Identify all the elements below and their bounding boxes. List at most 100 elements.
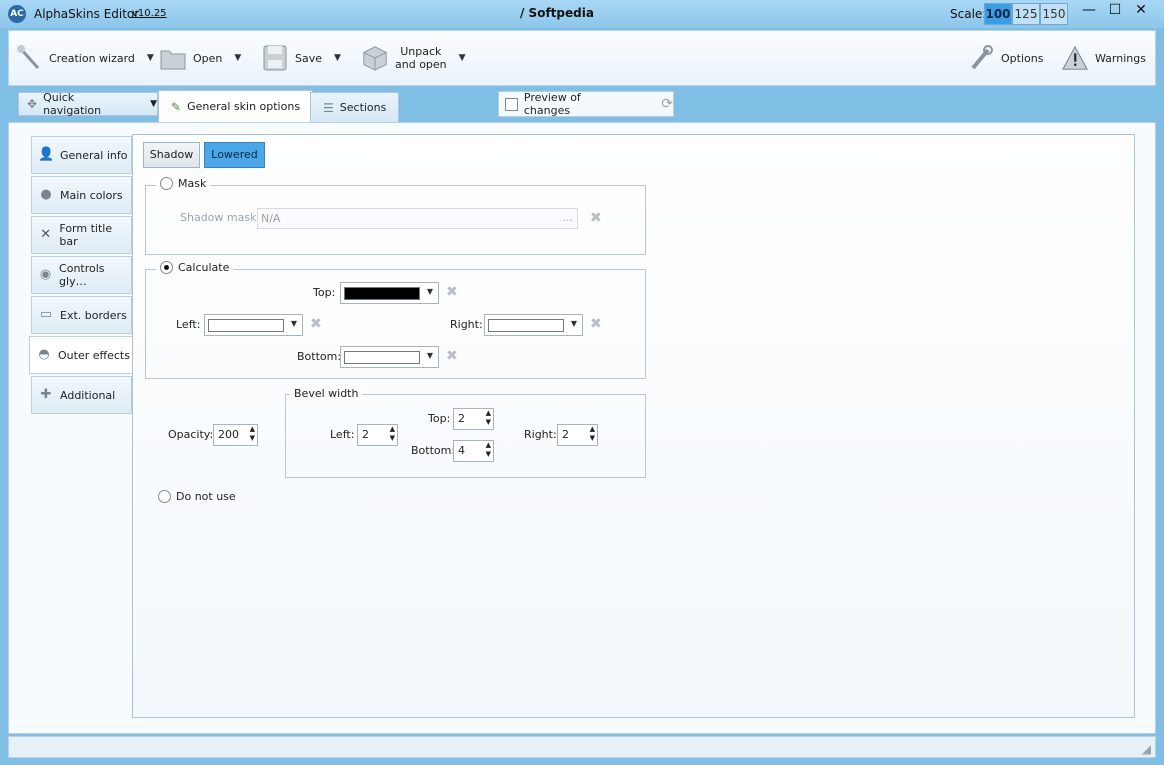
sidebar-item-main-colors[interactable]: ● Main colors [31,176,132,214]
spin-arrows-icon[interactable]: ▲ ▼ [250,425,255,443]
scale-125-button[interactable]: 125 [1012,3,1040,25]
plus-icon: ✚ [40,387,52,402]
bevel-right-label: Right: [524,428,557,441]
chevron-down-icon[interactable]: ▼ [334,53,341,63]
resize-grip-icon[interactable]: ◢ [1142,742,1151,756]
tab-strip: ✥ Quick navigation ▼ ✎ General skin opti… [8,88,1156,122]
bevel-bottom-spinner[interactable]: 4 ▲ ▼ [453,440,494,462]
unpack-and-open-button[interactable]: Unpack and open ▼ [361,31,466,85]
app-title: AlphaSkins Editor [34,7,140,21]
bevel-right-spinner[interactable]: 2 ▲ ▼ [557,424,598,446]
magic-wand-icon [15,43,43,73]
checklist-icon: ✎ [171,99,182,114]
sidebar-item-controls-glyphs[interactable]: ◉ Controls gly… [31,256,132,294]
creation-wizard-button[interactable]: Creation wizard ▼ [15,31,154,85]
do-not-use-option[interactable]: Do not use [158,490,236,503]
shadow-button[interactable]: Shadow [143,142,200,168]
tab-sections[interactable]: ☰ Sections [310,92,400,122]
lowered-button[interactable]: Lowered [204,142,265,168]
open-button[interactable]: Open ▼ [159,31,241,85]
save-button[interactable]: Save ▼ [261,31,341,85]
right-color-label: Right: [450,318,483,331]
list-icon: ☰ [323,100,334,115]
preview-of-changes-toggle[interactable]: Preview of changes ⟳ [498,91,674,117]
spin-arrows-icon[interactable]: ▲ ▼ [590,425,595,443]
calculate-label: Calculate [178,261,230,274]
clear-top-color-icon[interactable]: ✖ [446,284,458,300]
tab-general-skin-options[interactable]: ✎ General skin options [158,90,314,122]
spin-arrows-icon[interactable]: ▲ ▼ [486,409,491,427]
sidebar-item-additional[interactable]: ✚ Additional [31,376,132,414]
do-not-use-label: Do not use [176,490,236,503]
left-color-combo[interactable]: ▼ [204,314,303,336]
clear-left-color-icon[interactable]: ✖ [310,316,322,332]
sidebar-item-label: Form title bar [59,222,113,248]
app-logo-icon: AC [8,5,26,23]
mask-radio[interactable] [160,177,173,190]
top-color-swatch [344,287,420,300]
unpack-label-line2: and open [395,58,447,71]
bevel-top-label: Top: [428,412,451,425]
clear-mask-icon[interactable]: ✖ [590,210,602,226]
bevel-width-title: Bevel width [290,387,363,400]
spin-arrows-icon[interactable]: ▲ ▼ [486,441,491,459]
maximize-button[interactable]: ☐ [1102,0,1128,22]
preview-checkbox[interactable] [505,97,518,111]
do-not-use-radio[interactable] [158,490,171,503]
opacity-spinner[interactable]: 200 ▲ ▼ [213,424,258,446]
opacity-label: Opacity: [168,428,214,441]
browse-button[interactable]: ... [563,211,574,224]
mask-label: Mask [178,177,207,190]
left-color-label: Left: [176,318,201,331]
warning-icon [1061,43,1089,73]
bevel-right-value: 2 [562,428,569,441]
version-link[interactable]: v10.25 [132,8,167,19]
chevron-down-icon[interactable]: ▼ [459,53,466,63]
app-window: AC AlphaSkins Editor v10.25 / Softpedia … [0,0,1164,765]
sidebar-item-general-info[interactable]: 👤 General info [31,136,132,174]
sidebar-item-form-title-bar[interactable]: ✕ Form title bar [31,216,132,254]
warnings-label: Warnings [1095,51,1146,65]
right-color-swatch [488,319,564,332]
window-icon: ▭ [39,307,53,322]
sidebar-item-outer-effects[interactable]: ◓ Outer effects [29,336,132,374]
package-icon [361,43,389,73]
quick-navigation-label: Quick navigation [43,91,102,117]
spin-arrows-icon[interactable]: ▲ ▼ [390,425,395,443]
minimize-button[interactable]: — [1076,0,1102,22]
close-button[interactable]: ✕ [1128,0,1154,22]
creation-wizard-label: Creation wizard [49,51,135,65]
mask-option[interactable]: Mask [156,177,211,190]
tab-general-skin-options-label: General skin options [187,100,301,113]
bottom-color-combo[interactable]: ▼ [340,346,439,368]
scale-150-button[interactable]: 150 [1040,3,1068,25]
chevron-down-icon[interactable]: ▼ [234,53,241,63]
top-color-combo[interactable]: ▼ [340,282,439,304]
right-color-combo[interactable]: ▼ [484,314,583,336]
quick-navigation-dropdown[interactable]: ✥ Quick navigation ▼ [18,91,158,117]
options-button[interactable]: Options [967,31,1043,85]
preview-label: Preview of changes [523,91,581,117]
warnings-button[interactable]: Warnings [1061,31,1146,85]
calculate-option[interactable]: Calculate [156,261,234,274]
sidebar-item-label: Ext. borders [60,308,127,322]
opacity-value: 200 [218,428,239,441]
clear-right-color-icon[interactable]: ✖ [590,316,602,332]
chevron-down-icon: ▼ [426,351,433,360]
sidebar-item-ext-borders[interactable]: ▭ Ext. borders [31,296,132,334]
scale-100-button[interactable]: 100 [984,3,1012,25]
x-icon: ✕ [40,227,52,242]
bevel-left-spinner[interactable]: 2 ▲ ▼ [357,424,398,446]
document-title: / Softpedia [520,6,594,20]
bottom-color-label: Bottom: [297,350,342,363]
shadow-mask-label: Shadow mask: [180,211,261,224]
chevron-down-icon[interactable]: ▼ [147,53,154,63]
refresh-icon[interactable]: ⟳ [661,96,673,112]
chevron-down-icon: ▼ [290,319,297,328]
scale-label: Scale: [950,7,987,21]
shadow-mask-field[interactable]: N/A ... [257,208,578,229]
clear-bottom-color-icon[interactable]: ✖ [446,348,458,364]
bevel-bottom-label: Bottom: [411,444,456,457]
calculate-radio[interactable] [160,261,173,274]
bevel-top-spinner[interactable]: 2 ▲ ▼ [453,408,494,430]
